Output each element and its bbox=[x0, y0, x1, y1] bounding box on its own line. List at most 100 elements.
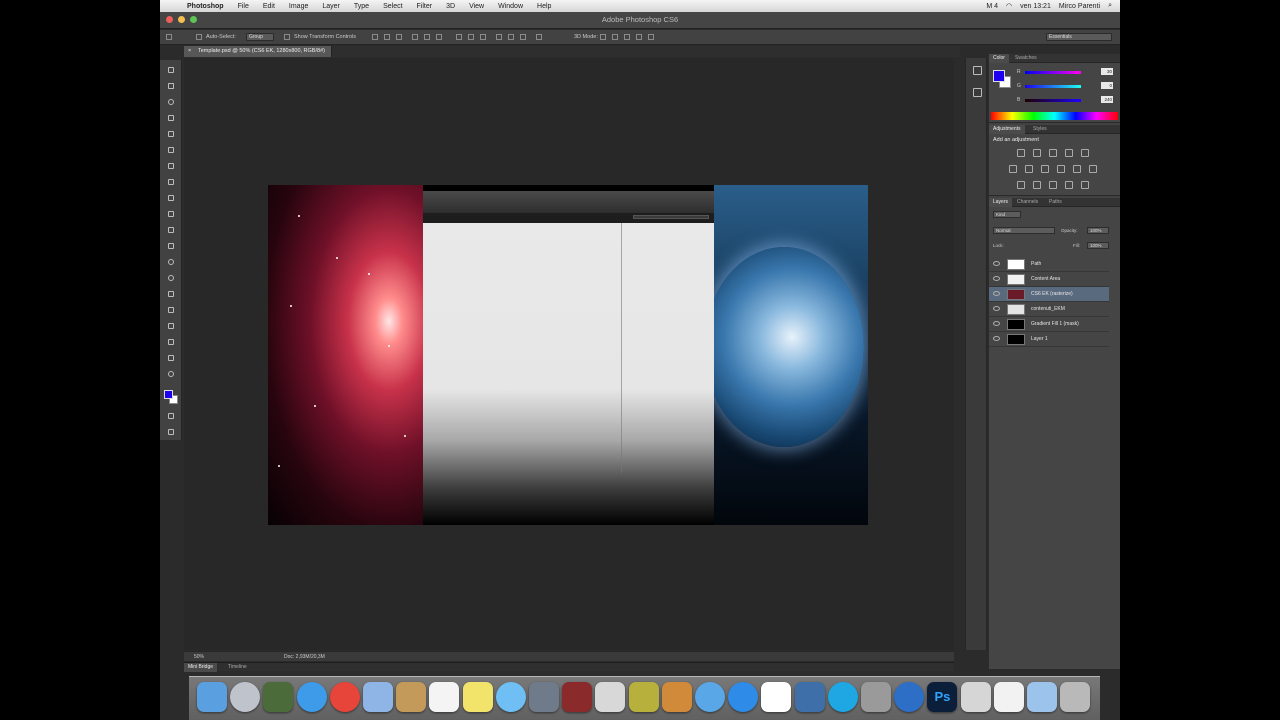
transform-controls-checkbox[interactable] bbox=[284, 34, 290, 40]
tab-adjustments[interactable]: Adjustments bbox=[989, 125, 1025, 134]
brush-tool-icon[interactable] bbox=[167, 178, 175, 186]
distribute-left-icon[interactable] bbox=[496, 34, 502, 40]
app-store-app-icon[interactable] bbox=[728, 682, 759, 712]
clock-text[interactable]: ven 13:21 bbox=[1020, 3, 1051, 10]
menu-app-name[interactable]: Photoshop bbox=[180, 3, 231, 10]
pen-tool-icon[interactable] bbox=[167, 290, 175, 298]
hue-saturation-icon[interactable] bbox=[1009, 165, 1017, 173]
facetime-app-icon[interactable] bbox=[529, 682, 559, 712]
color-lookup-icon[interactable] bbox=[1089, 165, 1097, 173]
path-selection-tool-icon[interactable] bbox=[167, 322, 175, 330]
document-info[interactable]: Doc: 2,93M/20,3M bbox=[284, 654, 325, 660]
blur-tool-icon[interactable] bbox=[167, 258, 175, 266]
auto-select-checkbox[interactable] bbox=[196, 34, 202, 40]
menu-type[interactable]: Type bbox=[347, 3, 376, 10]
document-canvas[interactable] bbox=[268, 185, 868, 525]
distribute-hcenter-icon[interactable] bbox=[508, 34, 514, 40]
slider-b-value[interactable]: 240 bbox=[1101, 96, 1113, 103]
menu-layer[interactable]: Layer bbox=[315, 3, 347, 10]
folder-stack-icon[interactable] bbox=[1027, 682, 1057, 712]
workspace-switcher[interactable]: Essentials bbox=[1046, 33, 1112, 41]
menu-view[interactable]: View bbox=[462, 3, 491, 10]
menu-help[interactable]: Help bbox=[530, 3, 558, 10]
quick-selection-tool-icon[interactable] bbox=[167, 114, 175, 122]
tab-color[interactable]: Color bbox=[989, 54, 1009, 63]
safari-app-icon[interactable] bbox=[296, 682, 327, 712]
invert-icon[interactable] bbox=[1017, 181, 1025, 189]
calendar-app-icon[interactable] bbox=[429, 682, 460, 712]
menu-file[interactable]: File bbox=[231, 3, 256, 10]
tab-channels[interactable]: Channels bbox=[1013, 198, 1042, 207]
tab-styles[interactable]: Styles bbox=[1029, 125, 1051, 134]
align-right-icon[interactable] bbox=[436, 34, 442, 40]
system-preferences-app-icon[interactable] bbox=[861, 682, 891, 712]
align-bottom-icon[interactable] bbox=[396, 34, 402, 40]
color-swatches[interactable] bbox=[164, 390, 178, 404]
3d-slide-icon[interactable] bbox=[636, 34, 642, 40]
layer-row[interactable]: Path bbox=[989, 257, 1109, 272]
distribute-bottom-icon[interactable] bbox=[480, 34, 486, 40]
curves-icon[interactable] bbox=[1049, 149, 1057, 157]
vibrance-icon[interactable] bbox=[1081, 149, 1089, 157]
slider-r-value[interactable]: 30 bbox=[1101, 68, 1113, 75]
channel-mixer-icon[interactable] bbox=[1073, 165, 1081, 173]
menu-3d[interactable]: 3D bbox=[439, 3, 462, 10]
brightness-contrast-icon[interactable] bbox=[1017, 149, 1025, 157]
marquee-tool-icon[interactable] bbox=[167, 82, 175, 90]
gradient-tool-icon[interactable] bbox=[167, 242, 175, 250]
notes-app-icon[interactable] bbox=[462, 682, 493, 712]
3d-roll-icon[interactable] bbox=[612, 34, 618, 40]
black-white-icon[interactable] bbox=[1041, 165, 1049, 173]
color-balance-icon[interactable] bbox=[1025, 165, 1033, 173]
distribute-top-icon[interactable] bbox=[456, 34, 462, 40]
auto-align-icon[interactable] bbox=[536, 34, 542, 40]
eyedropper-tool-icon[interactable] bbox=[167, 146, 175, 154]
imovie-app-icon[interactable] bbox=[628, 682, 659, 712]
rectangle-tool-icon[interactable] bbox=[167, 338, 175, 346]
slider-r-track[interactable] bbox=[1025, 71, 1081, 74]
align-top-icon[interactable] bbox=[372, 34, 378, 40]
tab-swatches[interactable]: Swatches bbox=[1011, 54, 1041, 63]
align-vcenter-icon[interactable] bbox=[384, 34, 390, 40]
3d-drag-icon[interactable] bbox=[624, 34, 630, 40]
menubar-status-extras[interactable]: M 4 bbox=[986, 3, 998, 10]
healing-brush-tool-icon[interactable] bbox=[167, 162, 175, 170]
photos-app-icon[interactable] bbox=[595, 682, 626, 712]
layer-row[interactable]: Layer 1 bbox=[989, 332, 1109, 347]
layer-row[interactable]: CS6 EK (rasterize) bbox=[989, 287, 1109, 302]
slider-b-track[interactable] bbox=[1025, 99, 1081, 102]
eraser-tool-icon[interactable] bbox=[167, 226, 175, 234]
visibility-eye-icon[interactable] bbox=[993, 291, 1000, 296]
photo-booth-app-icon[interactable] bbox=[562, 682, 593, 712]
exposure-icon[interactable] bbox=[1065, 149, 1073, 157]
foreground-color-swatch[interactable] bbox=[164, 390, 173, 399]
hand-tool-icon[interactable] bbox=[167, 354, 175, 362]
mission-control-app-icon[interactable] bbox=[263, 682, 294, 712]
color-panel-foreground-swatch[interactable] bbox=[993, 70, 1005, 82]
layer-row[interactable]: Content Area bbox=[989, 272, 1109, 287]
spotlight-icon[interactable]: ⌕ bbox=[1108, 2, 1112, 10]
tab-paths[interactable]: Paths bbox=[1045, 198, 1066, 207]
color-slider-g[interactable]: G 0 bbox=[1017, 82, 1113, 90]
tab-mini-bridge[interactable]: Mini Bridge bbox=[184, 663, 218, 672]
document-tab[interactable]: × Template.psd @ 50% (CS6 EK, 1280x800, … bbox=[184, 46, 332, 57]
history-panel-icon[interactable] bbox=[973, 66, 982, 75]
properties-panel-icon[interactable] bbox=[973, 88, 982, 97]
garageband-app-icon[interactable] bbox=[661, 682, 692, 712]
zoom-level[interactable]: 50% bbox=[194, 654, 204, 660]
color-spectrum-ramp[interactable] bbox=[991, 112, 1118, 120]
photo-filter-icon[interactable] bbox=[1057, 165, 1065, 173]
crop-tool-icon[interactable] bbox=[167, 130, 175, 138]
visibility-eye-icon[interactable] bbox=[993, 321, 1000, 326]
tab-timeline[interactable]: Timeline bbox=[224, 663, 251, 672]
zoom-tool-icon[interactable] bbox=[167, 370, 175, 378]
chrome-app-icon[interactable] bbox=[329, 682, 360, 712]
move-tool-preset-icon[interactable] bbox=[166, 34, 172, 40]
layer-kind-filter[interactable]: Kind bbox=[993, 211, 1021, 218]
align-left-icon[interactable] bbox=[412, 34, 418, 40]
gradient-map-icon[interactable] bbox=[1065, 181, 1073, 189]
color-slider-r[interactable]: R 30 bbox=[1017, 68, 1113, 76]
screen-mode-icon[interactable] bbox=[167, 428, 175, 436]
levels-icon[interactable] bbox=[1033, 149, 1041, 157]
lasso-tool-icon[interactable] bbox=[167, 98, 175, 106]
